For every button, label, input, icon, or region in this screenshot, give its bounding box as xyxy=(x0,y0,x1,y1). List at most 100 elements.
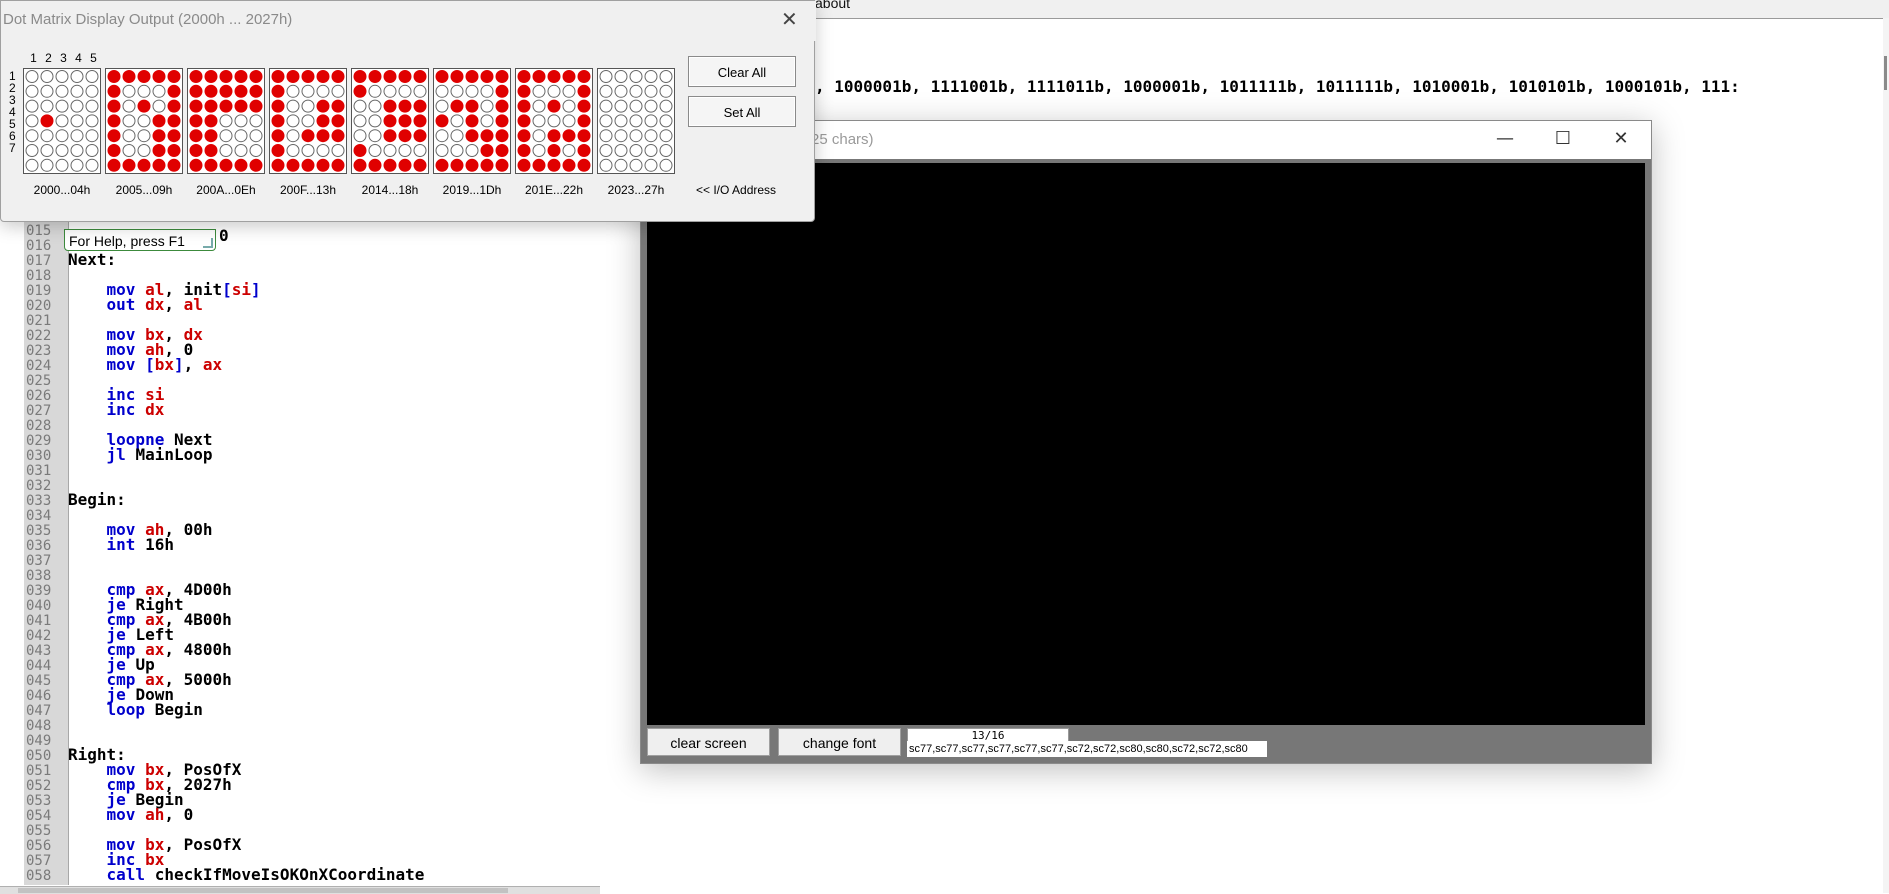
led-on[interactable] xyxy=(137,99,151,113)
led-off[interactable] xyxy=(85,70,99,83)
led-off[interactable] xyxy=(599,158,613,172)
led-on[interactable] xyxy=(204,114,218,128)
led-off[interactable] xyxy=(331,144,345,157)
led-on[interactable] xyxy=(271,114,285,128)
led-on[interactable] xyxy=(532,158,546,172)
led-off[interactable] xyxy=(599,84,613,98)
led-on[interactable] xyxy=(465,99,479,113)
scrollbar-thumb[interactable] xyxy=(18,888,508,893)
led-off[interactable] xyxy=(25,129,39,143)
led-on[interactable] xyxy=(398,129,412,143)
led-off[interactable] xyxy=(435,144,449,157)
led-on[interactable] xyxy=(383,70,397,83)
led-off[interactable] xyxy=(70,114,84,128)
led-off[interactable] xyxy=(599,114,613,128)
led-on[interactable] xyxy=(480,158,494,172)
led-off[interactable] xyxy=(25,70,39,83)
led-on[interactable] xyxy=(249,158,263,172)
led-off[interactable] xyxy=(301,99,315,113)
led-off[interactable] xyxy=(70,99,84,113)
led-off[interactable] xyxy=(301,114,315,128)
led-on[interactable] xyxy=(316,129,330,143)
led-off[interactable] xyxy=(353,114,367,128)
led-on[interactable] xyxy=(413,114,427,128)
led-off[interactable] xyxy=(353,99,367,113)
led-on[interactable] xyxy=(234,70,248,83)
led-off[interactable] xyxy=(629,99,643,113)
led-on[interactable] xyxy=(331,99,345,113)
led-off[interactable] xyxy=(450,144,464,157)
led-on[interactable] xyxy=(495,84,509,98)
led-off[interactable] xyxy=(85,129,99,143)
led-on[interactable] xyxy=(398,99,412,113)
led-off[interactable] xyxy=(599,129,613,143)
led-off[interactable] xyxy=(234,129,248,143)
led-on[interactable] xyxy=(577,144,591,157)
led-off[interactable] xyxy=(353,129,367,143)
led-off[interactable] xyxy=(450,84,464,98)
led-on[interactable] xyxy=(532,70,546,83)
led-on[interactable] xyxy=(107,129,121,143)
led-on[interactable] xyxy=(167,99,181,113)
led-on[interactable] xyxy=(331,70,345,83)
led-on[interactable] xyxy=(547,144,561,157)
led-off[interactable] xyxy=(480,99,494,113)
led-off[interactable] xyxy=(25,99,39,113)
led-off[interactable] xyxy=(152,99,166,113)
dot-matrix-block[interactable] xyxy=(23,68,101,174)
led-off[interactable] xyxy=(122,129,136,143)
led-off[interactable] xyxy=(614,84,628,98)
led-on[interactable] xyxy=(189,99,203,113)
led-on[interactable] xyxy=(107,99,121,113)
led-on[interactable] xyxy=(271,84,285,98)
led-off[interactable] xyxy=(55,84,69,98)
dot-matrix-block[interactable] xyxy=(515,68,593,174)
led-on[interactable] xyxy=(152,129,166,143)
led-on[interactable] xyxy=(517,158,531,172)
led-on[interactable] xyxy=(219,99,233,113)
led-off[interactable] xyxy=(219,129,233,143)
code-area[interactable]: 015 016 017 Next: 018 019 mov al, init[si] 020… xyxy=(24,222,424,884)
led-on[interactable] xyxy=(137,70,151,83)
led-on[interactable] xyxy=(353,158,367,172)
led-off[interactable] xyxy=(40,129,54,143)
led-on[interactable] xyxy=(450,158,464,172)
led-on[interactable] xyxy=(204,99,218,113)
led-off[interactable] xyxy=(70,129,84,143)
led-on[interactable] xyxy=(204,144,218,157)
led-on[interactable] xyxy=(107,114,121,128)
led-off[interactable] xyxy=(398,84,412,98)
led-off[interactable] xyxy=(368,84,382,98)
led-off[interactable] xyxy=(629,158,643,172)
led-on[interactable] xyxy=(152,70,166,83)
led-on[interactable] xyxy=(465,70,479,83)
led-on[interactable] xyxy=(107,158,121,172)
led-off[interactable] xyxy=(55,70,69,83)
led-off[interactable] xyxy=(644,158,658,172)
led-on[interactable] xyxy=(219,70,233,83)
led-on[interactable] xyxy=(495,70,509,83)
led-on[interactable] xyxy=(465,114,479,128)
led-on[interactable] xyxy=(219,84,233,98)
led-on[interactable] xyxy=(167,114,181,128)
led-on[interactable] xyxy=(383,158,397,172)
led-off[interactable] xyxy=(465,84,479,98)
led-on[interactable] xyxy=(398,158,412,172)
led-on[interactable] xyxy=(495,144,509,157)
led-on[interactable] xyxy=(249,99,263,113)
led-on[interactable] xyxy=(398,114,412,128)
led-off[interactable] xyxy=(599,144,613,157)
led-off[interactable] xyxy=(40,144,54,157)
led-off[interactable] xyxy=(644,144,658,157)
led-off[interactable] xyxy=(249,129,263,143)
led-off[interactable] xyxy=(55,99,69,113)
led-on[interactable] xyxy=(435,114,449,128)
code-line[interactable]: 024 mov [bx], ax xyxy=(24,357,424,374)
led-off[interactable] xyxy=(25,158,39,172)
led-on[interactable] xyxy=(562,129,576,143)
led-on[interactable] xyxy=(271,158,285,172)
led-on[interactable] xyxy=(368,70,382,83)
led-off[interactable] xyxy=(644,84,658,98)
led-on[interactable] xyxy=(219,158,233,172)
led-off[interactable] xyxy=(234,144,248,157)
